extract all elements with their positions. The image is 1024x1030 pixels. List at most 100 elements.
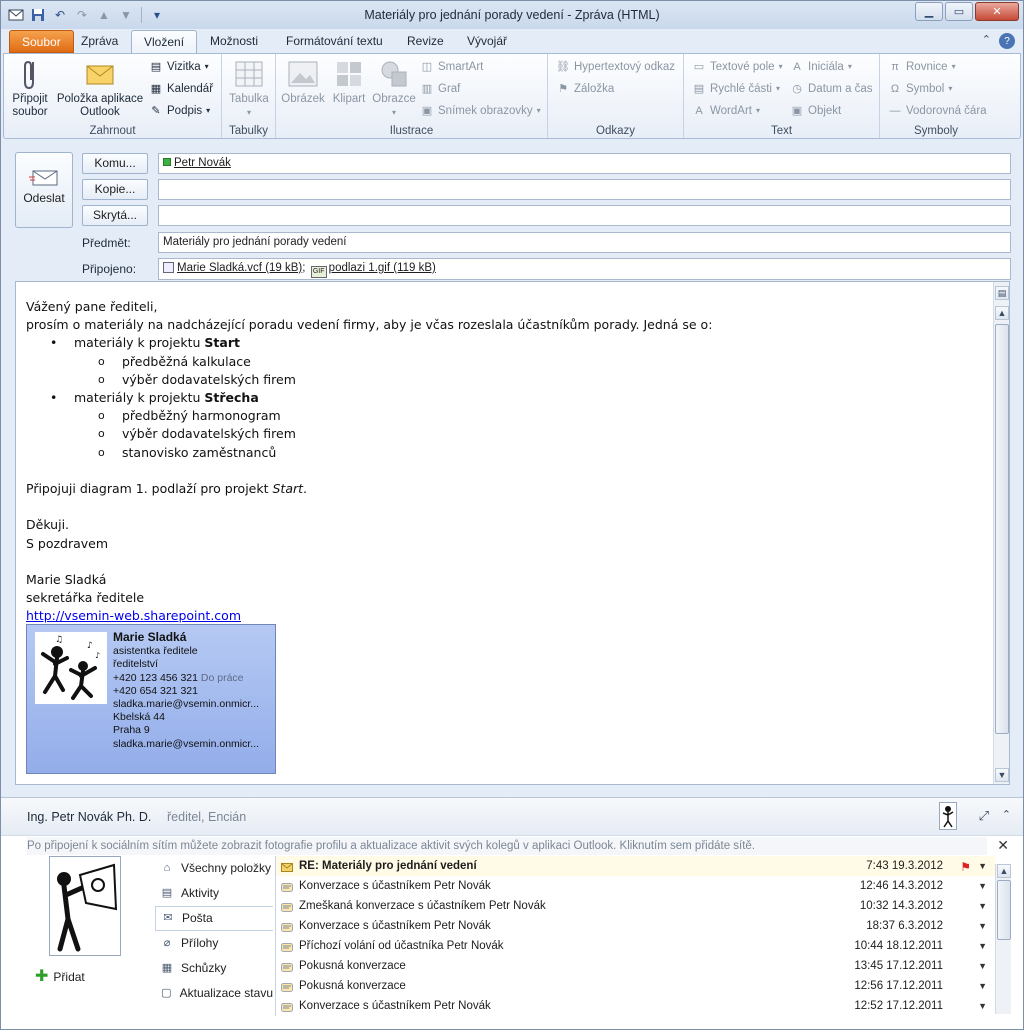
tab-revize[interactable]: Revize [395,30,456,53]
expand-pane-icon[interactable]: ⤢ [979,808,989,824]
nav-meetings[interactable]: ▦ Schůzky [155,956,273,981]
text-box-icon: ▭ [693,61,705,73]
chevron-down-icon[interactable]: ▼ [978,956,987,976]
attachment-vcf[interactable]: Marie Sladká.vcf (19 kB) [177,262,302,274]
quick-parts-button[interactable]: ▤ Rychlé části ▾ [692,80,780,98]
tab-soubor[interactable]: Soubor [9,30,74,53]
bcc-field[interactable] [158,205,1011,226]
list-item[interactable]: Příchozí volání od účastníka Petr Novák … [276,936,995,956]
send-button[interactable]: Odeslat [15,152,73,228]
wordart-button[interactable]: A WordArt ▾ [692,102,760,120]
bookmark-button[interactable]: ⚑ Záložka [556,80,614,98]
date-time-button[interactable]: ◷ Datum a čas [790,80,872,98]
list-item[interactable]: Konverzace s účastníkem Petr Novák 12:46… [276,876,995,896]
social-network-info-bar[interactable]: Po připojení k sociálním sítím můžete zo… [27,837,987,855]
pi-icon: π [891,61,899,73]
svg-text:♪: ♪ [95,651,100,660]
nav-all-items[interactable]: ⌂ Všechny položky [155,856,273,881]
scroll-thumb[interactable] [995,324,1009,734]
tab-moznosti[interactable]: Možnosti [198,30,270,53]
list-item[interactable]: Pokusná konverzace 12:56 17.12.2011 ▼ [276,976,995,996]
table-icon [233,58,265,90]
list-item: výběr dodavatelských firem [26,425,986,443]
people-pane: Ing. Petr Novák Ph. D. ředitel, Encián ⤢… [1,797,1023,1029]
drop-cap-button[interactable]: A Iniciála ▾ [790,58,852,76]
nav-activities[interactable]: ▤ Aktivity [155,881,273,906]
tab-zprava[interactable]: Zpráva [69,30,130,53]
table-button[interactable]: Tabulka ▾ [224,58,274,119]
screenshot-button[interactable]: ▣ Snímek obrazovky ▾ [420,102,541,120]
list-item[interactable]: Zmeškaná konverzace s účastníkem Petr No… [276,896,995,916]
contact-thumbnail-icon[interactable] [939,802,957,830]
maximize-button[interactable]: ▭ [945,2,973,21]
tab-vyvojar[interactable]: Vývojář [455,30,519,53]
chevron-down-icon[interactable]: ▼ [978,856,987,876]
cc-button[interactable]: Kopie... [82,179,148,200]
bcc-button[interactable]: Skrytá... [82,205,148,226]
object-button[interactable]: ▣ Objekt [790,102,841,120]
picture-button[interactable]: Obrázek [280,58,326,106]
attachment-gif[interactable]: podlazi 1.gif (119 kB) [329,262,436,274]
chevron-down-icon[interactable]: ▼ [978,936,987,956]
message-body[interactable]: Vážený pane řediteli, prosím o materiály… [15,281,1010,785]
chevron-down-icon[interactable]: ▼ [978,876,987,896]
calendar-icon: ▦ [150,83,162,95]
chevron-down-icon[interactable]: ▼ [978,896,987,916]
attachments-field: Marie Sladká.vcf (19 kB); GIF podlazi 1.g… [158,258,1011,280]
equation-button[interactable]: π Rovnice ▾ [888,58,955,76]
attach-file-button[interactable]: Připojit soubor [10,58,50,119]
nav-attachments[interactable]: ⌀ Přílohy [155,931,273,956]
group-text: ▭ Textové pole ▾ ▤ Rychlé části ▾ A WordArt ▾ … [684,54,880,138]
close-info-icon[interactable]: ✕ [997,837,1009,854]
drop-cap-icon: A [793,61,801,73]
business-card-button[interactable]: ▤ Vizitka ▾ [149,58,209,76]
horizontal-line-button[interactable]: ― Vodorovná čára [888,102,987,120]
chevron-down-icon[interactable]: ▼ [978,976,987,996]
scroll-up-icon[interactable]: ▲ [997,864,1011,878]
list-item[interactable]: RE: Materiály pro jednání vedení 7:43 19… [276,856,995,876]
clipart-button[interactable]: Klipart [328,58,370,106]
scroll-up-icon[interactable]: ▲ [995,306,1009,320]
tab-vlozeni[interactable]: Vložení [131,30,198,53]
subject-field[interactable]: Materiály pro jednání porady vedení [158,232,1011,253]
close-button[interactable]: ✕ [975,2,1019,21]
help-icon[interactable]: ? [999,33,1015,49]
message-text: Vážený pane řediteli, prosím o materiály… [26,298,986,626]
chevron-down-icon[interactable]: ▼ [978,916,987,936]
symbol-button[interactable]: Ω Symbol ▾ [888,80,953,98]
text-box-button[interactable]: ▭ Textové pole ▾ [692,58,783,76]
collapse-pane-icon[interactable]: ⌃ [1002,808,1011,821]
to-button[interactable]: Komu... [82,153,148,174]
signature-button[interactable]: ✎ Podpis ▾ [149,102,210,120]
electronic-business-card[interactable]: ♫ ♪ ♪ Marie Sladká asistentka ředitele ř… [26,624,276,774]
chevron-down-icon[interactable]: ▼ [978,996,987,1016]
flag-icon[interactable]: ⚑ [960,857,971,877]
list-item[interactable]: Konverzace s účastníkem Petr Novák 18:37… [276,916,995,936]
signature-link[interactable]: http://vsemin-web.sharepoint.com [26,608,241,623]
nav-mail[interactable]: ✉ Pošta [155,906,273,931]
hyperlink-button[interactable]: ⛓ Hypertextový odkaz [556,58,675,76]
calendar-button[interactable]: ▦ Kalendář [149,80,213,98]
chart-button[interactable]: ▥ Graf [420,80,461,98]
window-title: Materiály pro jednání porady vedení - Zp… [364,8,660,22]
to-field[interactable]: Petr Novák [158,153,1011,174]
mail-icon: ✉ [163,912,173,924]
activity-list-scrollbar[interactable]: ▲ [995,864,1011,1014]
minimize-button[interactable]: ▁ [915,2,943,21]
nav-status-updates[interactable]: ▢ Aktualizace stavu [155,981,273,1006]
smartart-button[interactable]: ◫ SmartArt [420,58,484,76]
cc-field[interactable] [158,179,1011,200]
list-item[interactable]: Konverzace s účastníkem Petr Novák 12:52… [276,996,995,1016]
tab-formatovani-textu[interactable]: Formátování textu [274,30,395,53]
shapes-button[interactable]: Obrazce ▾ [372,58,416,119]
title-bar: ↶ ↷ ▲ ▼ ▾ Materiály pro jednání porady v… [1,1,1023,29]
scroll-thumb[interactable] [997,880,1011,940]
outlook-item-button[interactable]: Položka aplikace Outlook [56,58,144,119]
ruler-toggle-icon[interactable]: ▤ [995,286,1009,300]
list-item[interactable]: Pokusná konverzace 13:45 17.12.2011 ▼ [276,956,995,976]
scroll-down-icon[interactable]: ▼ [995,768,1009,782]
body-scrollbar[interactable]: ▤ ▲ ▼ [993,282,1009,784]
minimize-ribbon-icon[interactable]: ⌃ [982,33,991,49]
add-network-button[interactable]: ✚ Přidat [35,969,85,985]
